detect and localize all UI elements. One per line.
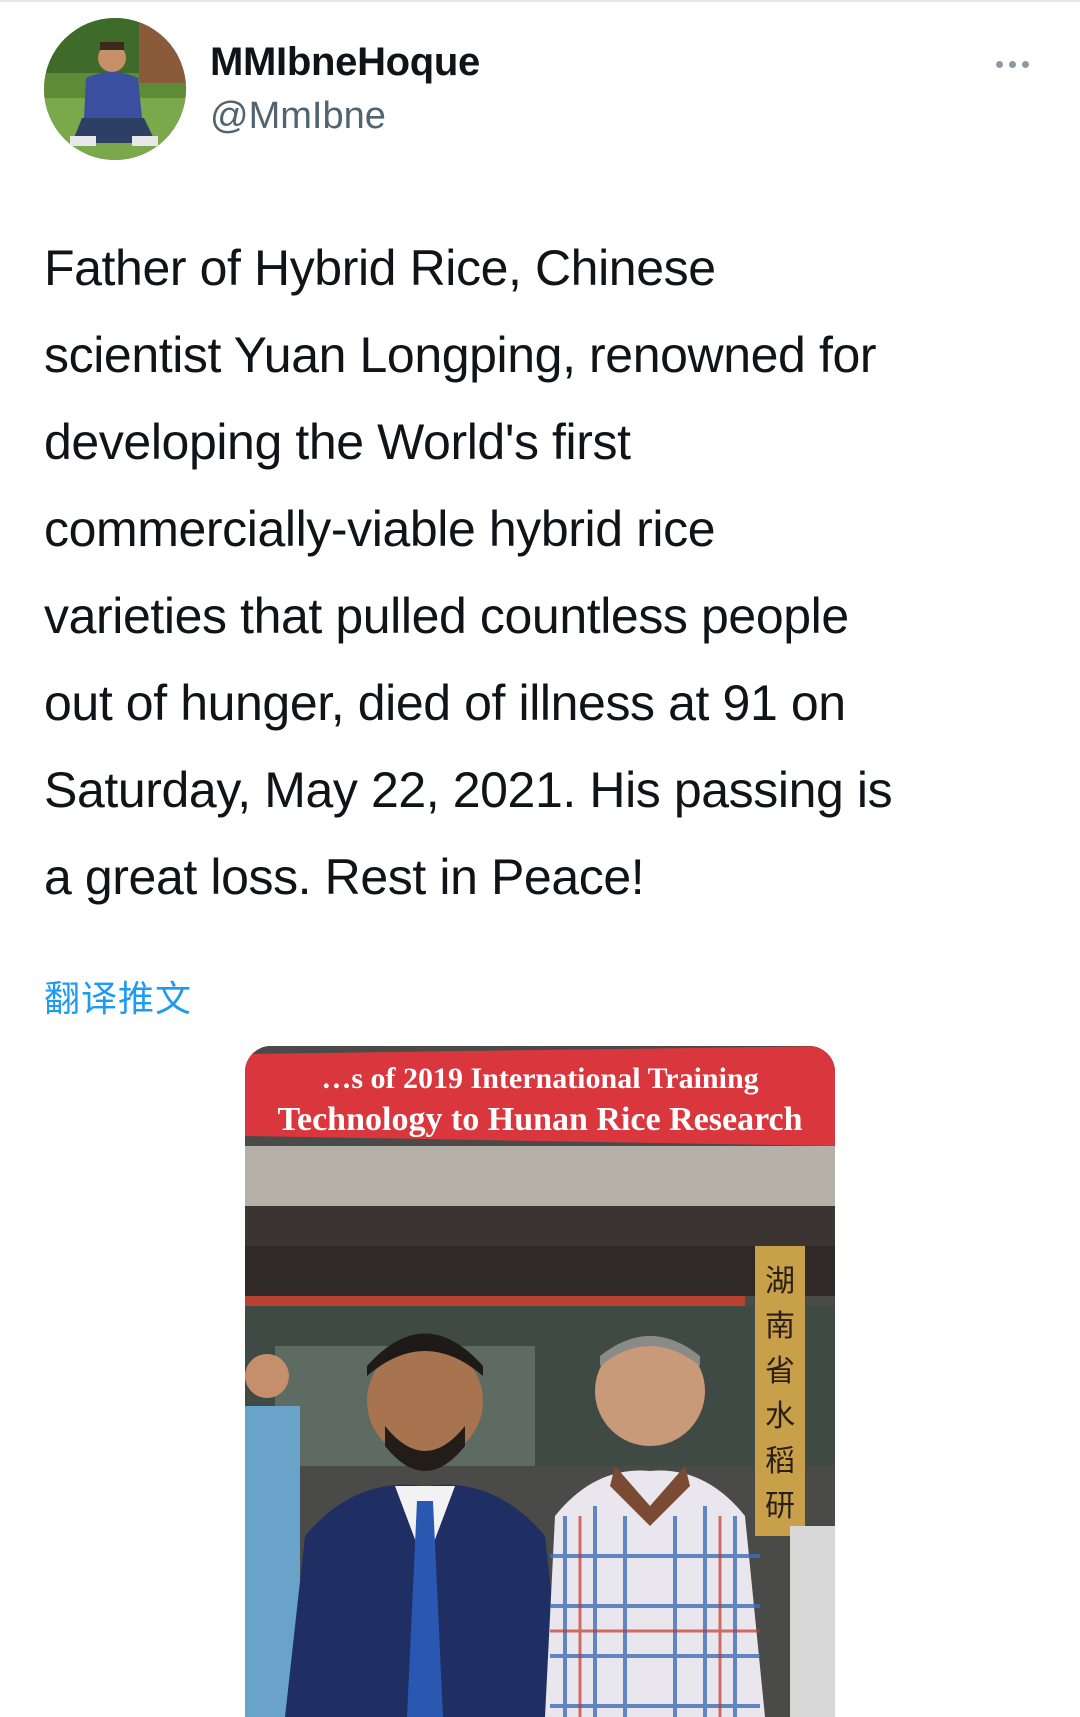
tweet-text-line: developing the World's first xyxy=(44,414,631,470)
plaque-char: 湖 xyxy=(765,1264,795,1299)
more-options-button[interactable] xyxy=(984,50,1040,78)
banner-text-line1: …s of 2019 International Training xyxy=(321,1062,758,1095)
plaque-char: 南 xyxy=(765,1309,795,1344)
photo-image: …s of 2019 International Training Techno… xyxy=(245,1046,835,1717)
tweet-text: Father of Hybrid Rice, Chinese scientist… xyxy=(44,225,1044,921)
tweet-text-line: Father of Hybrid Rice, Chinese xyxy=(44,240,716,296)
tweet-text-line: commercially-viable hybrid rice xyxy=(44,501,716,557)
tweet-text-line: scientist Yuan Longping, renowned for xyxy=(44,327,877,383)
plaque-char: 稻 xyxy=(765,1444,795,1479)
plaque-char: 省 xyxy=(765,1354,795,1389)
banner-text-line2: Technology to Hunan Rice Research xyxy=(277,1101,802,1138)
tweet-media-photo[interactable]: …s of 2019 International Training Techno… xyxy=(245,1046,835,1717)
author-avatar[interactable] xyxy=(44,18,186,160)
tweet-text-line: a great loss. Rest in Peace! xyxy=(44,849,645,905)
more-horizontal-icon xyxy=(995,60,1003,68)
plaque-char: 水 xyxy=(765,1399,795,1434)
tweet-text-line: varieties that pulled countless people xyxy=(44,588,849,644)
author-handle[interactable]: @MmIbne xyxy=(210,95,386,138)
author-display-name[interactable]: MMIbneHoque xyxy=(210,40,480,85)
plaque-char: 研 xyxy=(765,1489,795,1524)
more-horizontal-icon xyxy=(1021,60,1029,68)
top-divider xyxy=(0,0,1080,2)
translate-tweet-link[interactable]: 翻译推文 xyxy=(44,970,192,1022)
more-horizontal-icon xyxy=(1008,60,1016,68)
avatar-photo-icon xyxy=(44,18,186,160)
tweet-text-line: Saturday, May 22, 2021. His passing is xyxy=(44,762,893,818)
tweet-text-line: out of hunger, died of illness at 91 on xyxy=(44,675,846,731)
